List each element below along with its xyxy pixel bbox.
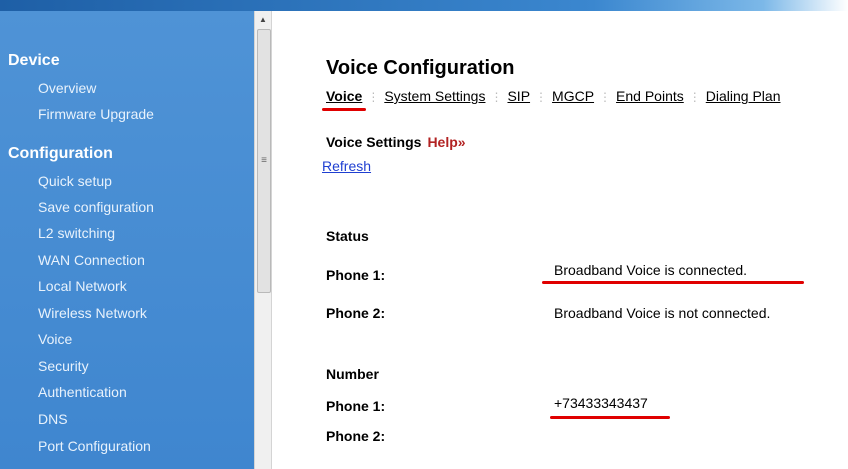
tab-mgcp[interactable]: MGCP [552, 88, 594, 104]
sidebar-item-wan-connection[interactable]: WAN Connection [38, 252, 145, 268]
sidebar-item-authentication[interactable]: Authentication [38, 384, 127, 400]
status-phone1-value: Broadband Voice is connected. [554, 262, 748, 278]
sidebar-scrollbar[interactable]: ▲ ≡ [254, 11, 272, 469]
sidebar-item-dns[interactable]: DNS [38, 411, 68, 427]
tab-separator: ⋮ [688, 90, 701, 104]
sidebar-item-port-configuration[interactable]: Port Configuration [38, 438, 151, 454]
sidebar-item-voice[interactable]: Voice [38, 331, 72, 347]
sidebar-item-overview[interactable]: Overview [38, 80, 96, 96]
status-heading: Status [326, 228, 369, 244]
sidebar-item-l2-switching[interactable]: L2 switching [38, 225, 115, 241]
number-phone1-value: +73433343437 [554, 395, 648, 411]
scroll-up-arrow-icon[interactable]: ▲ [255, 11, 271, 29]
sidebar-item-security[interactable]: Security [38, 358, 89, 374]
tab-bar: Voice ⋮ System Settings ⋮ SIP ⋮ MGCP ⋮ End Point… [326, 88, 780, 104]
status-phone1-label: Phone 1: [326, 267, 386, 283]
sidebar-item-local-network[interactable]: Local Network [38, 278, 127, 294]
sidebar-item-save-configuration[interactable]: Save configuration [38, 199, 154, 215]
section-heading: Voice Settings Help» [326, 134, 466, 150]
double-chevron-right-icon: » [457, 134, 466, 150]
voice-settings-heading: Voice Settings [326, 134, 422, 150]
tab-separator: ⋮ [599, 90, 612, 104]
number-phone2-label: Phone 2: [326, 428, 386, 444]
status-phone2-label: Phone 2: [326, 305, 386, 321]
tab-system-settings[interactable]: System Settings [384, 88, 485, 104]
tab-end-points[interactable]: End Points [616, 88, 684, 104]
tab-dialing-plan[interactable]: Dialing Plan [706, 88, 781, 104]
tab-separator: ⋮ [490, 90, 503, 104]
sidebar-section-device: Device [8, 52, 60, 69]
number-heading: Number [326, 366, 379, 382]
annotation-underline-phone1-status [542, 281, 804, 284]
tab-separator: ⋮ [367, 90, 380, 104]
status-phone2-value: Broadband Voice is not connected. [554, 305, 771, 321]
grip-icon: ≡ [261, 155, 267, 166]
sidebar-section-configuration: Configuration [8, 145, 113, 162]
sidebar: Device Overview Firmware Upgrade Configu… [0, 11, 254, 469]
tab-sip[interactable]: SIP [507, 88, 530, 104]
help-link[interactable]: Help» [427, 134, 465, 150]
tab-separator: ⋮ [535, 90, 548, 104]
help-label: Help [427, 134, 458, 150]
sidebar-item-wireless-network[interactable]: Wireless Network [38, 305, 147, 321]
top-banner [0, 0, 848, 11]
main-content: Voice Configuration Voice ⋮ System Setting… [272, 11, 848, 469]
sidebar-item-quick-setup[interactable]: Quick setup [38, 173, 112, 189]
tab-voice[interactable]: Voice [326, 88, 362, 104]
annotation-underline-phone1-number [550, 416, 670, 419]
refresh-link[interactable]: Refresh [322, 158, 371, 174]
annotation-underline-voice-tab [322, 108, 366, 111]
page-title: Voice Configuration [326, 57, 515, 79]
number-phone1-label: Phone 1: [326, 398, 386, 414]
sidebar-item-firmware-upgrade[interactable]: Firmware Upgrade [38, 106, 154, 122]
scrollbar-thumb[interactable]: ≡ [257, 29, 271, 293]
